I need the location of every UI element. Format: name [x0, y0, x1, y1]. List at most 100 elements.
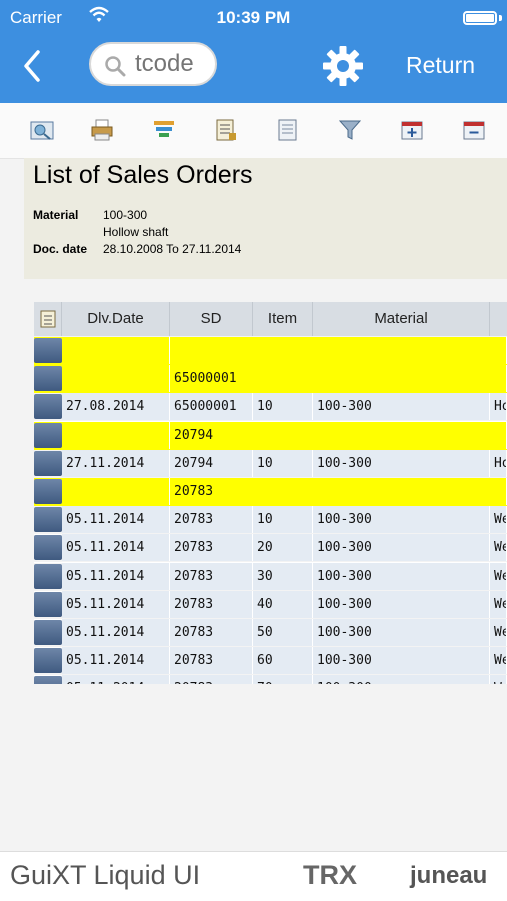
cell-material: 100-300	[313, 675, 490, 684]
cell-date: 27.08.2014	[62, 393, 170, 421]
tcode-search[interactable]	[89, 42, 217, 86]
select-all-icon[interactable]	[34, 302, 62, 336]
cell-desc: We	[490, 590, 507, 618]
cell-material: 100-300	[313, 393, 490, 421]
doc-date-label: Doc. date	[33, 242, 88, 256]
cell-item: 20	[253, 534, 313, 562]
col-description[interactable]	[490, 302, 507, 336]
cell-date: 27.11.2014	[62, 449, 170, 477]
row-select-button[interactable]	[34, 450, 62, 476]
tcode-input[interactable]	[135, 50, 213, 78]
table-row[interactable]: 05.11.20142078330100-300We	[34, 562, 507, 592]
cell-desc: We	[490, 534, 507, 562]
cell-sd: 20783	[170, 675, 253, 684]
group-sd-cell: 65000001	[170, 365, 507, 393]
cell-sd: 20783	[170, 562, 253, 590]
collapse-icon[interactable]	[461, 117, 487, 143]
filter-icon[interactable]	[337, 117, 363, 143]
row-select-button[interactable]	[34, 479, 62, 504]
cell-item: 10	[253, 449, 313, 477]
row-select-button[interactable]	[34, 422, 62, 448]
cell-desc: Ho	[490, 449, 507, 477]
row-select-button[interactable]	[34, 648, 62, 674]
cell-material: 100-300	[313, 647, 490, 675]
row-select-button[interactable]	[34, 591, 62, 617]
cell-desc: We	[490, 647, 507, 675]
group-empty-cell	[62, 478, 170, 505]
list-icon[interactable]	[213, 117, 239, 143]
table-row[interactable]: 05.11.20142078350100-300We	[34, 619, 507, 648]
col-dlv-date[interactable]: Dlv.Date	[62, 302, 170, 336]
cell-sd: 20783	[170, 534, 253, 562]
table-row[interactable]: 05.11.20142078360100-300We	[34, 647, 507, 677]
row-select-button[interactable]	[34, 338, 62, 363]
group-row[interactable]	[34, 337, 507, 365]
table-row[interactable]: 05.11.20142078370100-300We	[34, 675, 507, 684]
cell-item: 50	[253, 619, 313, 646]
row-select-button[interactable]	[34, 676, 62, 684]
return-button[interactable]: Return	[406, 52, 475, 79]
table-row[interactable]: 05.11.20142078320100-300We	[34, 534, 507, 564]
material-value: 100-300	[103, 208, 148, 222]
expand-icon[interactable]	[399, 117, 425, 143]
cell-item: 10	[253, 393, 313, 421]
group-row[interactable]: 20783	[34, 478, 507, 506]
back-button[interactable]	[18, 48, 48, 84]
cell-item: 60	[253, 647, 313, 675]
table-row[interactable]: 05.11.20142078310100-300We	[34, 506, 507, 536]
trx-logo: TRX	[303, 860, 357, 890]
row-select-button[interactable]	[34, 535, 62, 561]
cell-material: 100-300	[313, 619, 490, 646]
col-sd[interactable]: SD	[170, 302, 253, 336]
group-sd-cell	[170, 337, 507, 364]
details-icon[interactable]	[29, 117, 55, 143]
cell-material: 100-300	[313, 562, 490, 590]
cell-item: 30	[253, 562, 313, 590]
cell-item: 70	[253, 675, 313, 684]
cell-sd: 20783	[170, 590, 253, 618]
toolbar	[0, 103, 507, 159]
cell-desc: We	[490, 619, 507, 646]
battery-icon	[463, 11, 497, 25]
cell-date: 05.11.2014	[62, 590, 170, 618]
sort-icon[interactable]	[151, 117, 177, 143]
cell-sd: 65000001	[170, 393, 253, 421]
col-material[interactable]: Material	[313, 302, 490, 336]
settings-button[interactable]	[322, 45, 364, 87]
cell-date: 05.11.2014	[62, 534, 170, 562]
cell-desc: We	[490, 506, 507, 534]
grid-header: Dlv.Date SD Item Material	[34, 302, 507, 336]
cell-date: 05.11.2014	[62, 647, 170, 675]
document-icon[interactable]	[275, 117, 301, 143]
row-select-button[interactable]	[34, 563, 62, 589]
group-sd-cell: 20794	[170, 421, 507, 449]
row-select-button[interactable]	[34, 507, 62, 533]
company-logo: juneau	[410, 862, 488, 889]
sales-orders-grid: Dlv.Date SD Item Material 65000001 27.08.…	[34, 302, 507, 684]
cell-desc: We	[490, 562, 507, 590]
clock: 10:39 PM	[216, 8, 291, 27]
cell-sd: 20783	[170, 619, 253, 646]
page-title: List of Sales Orders	[33, 161, 253, 189]
table-row[interactable]: 27.11.20142079410100-300Ho	[34, 449, 507, 479]
cell-sd: 20783	[170, 647, 253, 675]
group-row[interactable]: 20794	[34, 421, 507, 450]
footer-bar: GuiXT Liquid UI TRX juneau	[0, 851, 507, 901]
cell-material: 100-300	[313, 590, 490, 618]
cell-desc: We	[490, 675, 507, 684]
cell-material: 100-300	[313, 506, 490, 534]
search-icon	[104, 55, 126, 82]
row-select-button[interactable]	[34, 620, 62, 645]
cell-date: 05.11.2014	[62, 562, 170, 590]
group-row[interactable]: 65000001	[34, 365, 507, 394]
material-description: Hollow shaft	[103, 225, 169, 239]
battery-tip	[499, 15, 502, 21]
group-empty-cell	[62, 421, 170, 449]
print-icon[interactable]	[89, 117, 115, 143]
table-row[interactable]: 05.11.20142078340100-300We	[34, 590, 507, 620]
cell-date: 05.11.2014	[62, 619, 170, 646]
table-row[interactable]: 27.08.20146500000110100-300Ho	[34, 393, 507, 423]
row-select-button[interactable]	[34, 394, 62, 420]
row-select-button[interactable]	[34, 366, 62, 392]
col-item[interactable]: Item	[253, 302, 313, 336]
